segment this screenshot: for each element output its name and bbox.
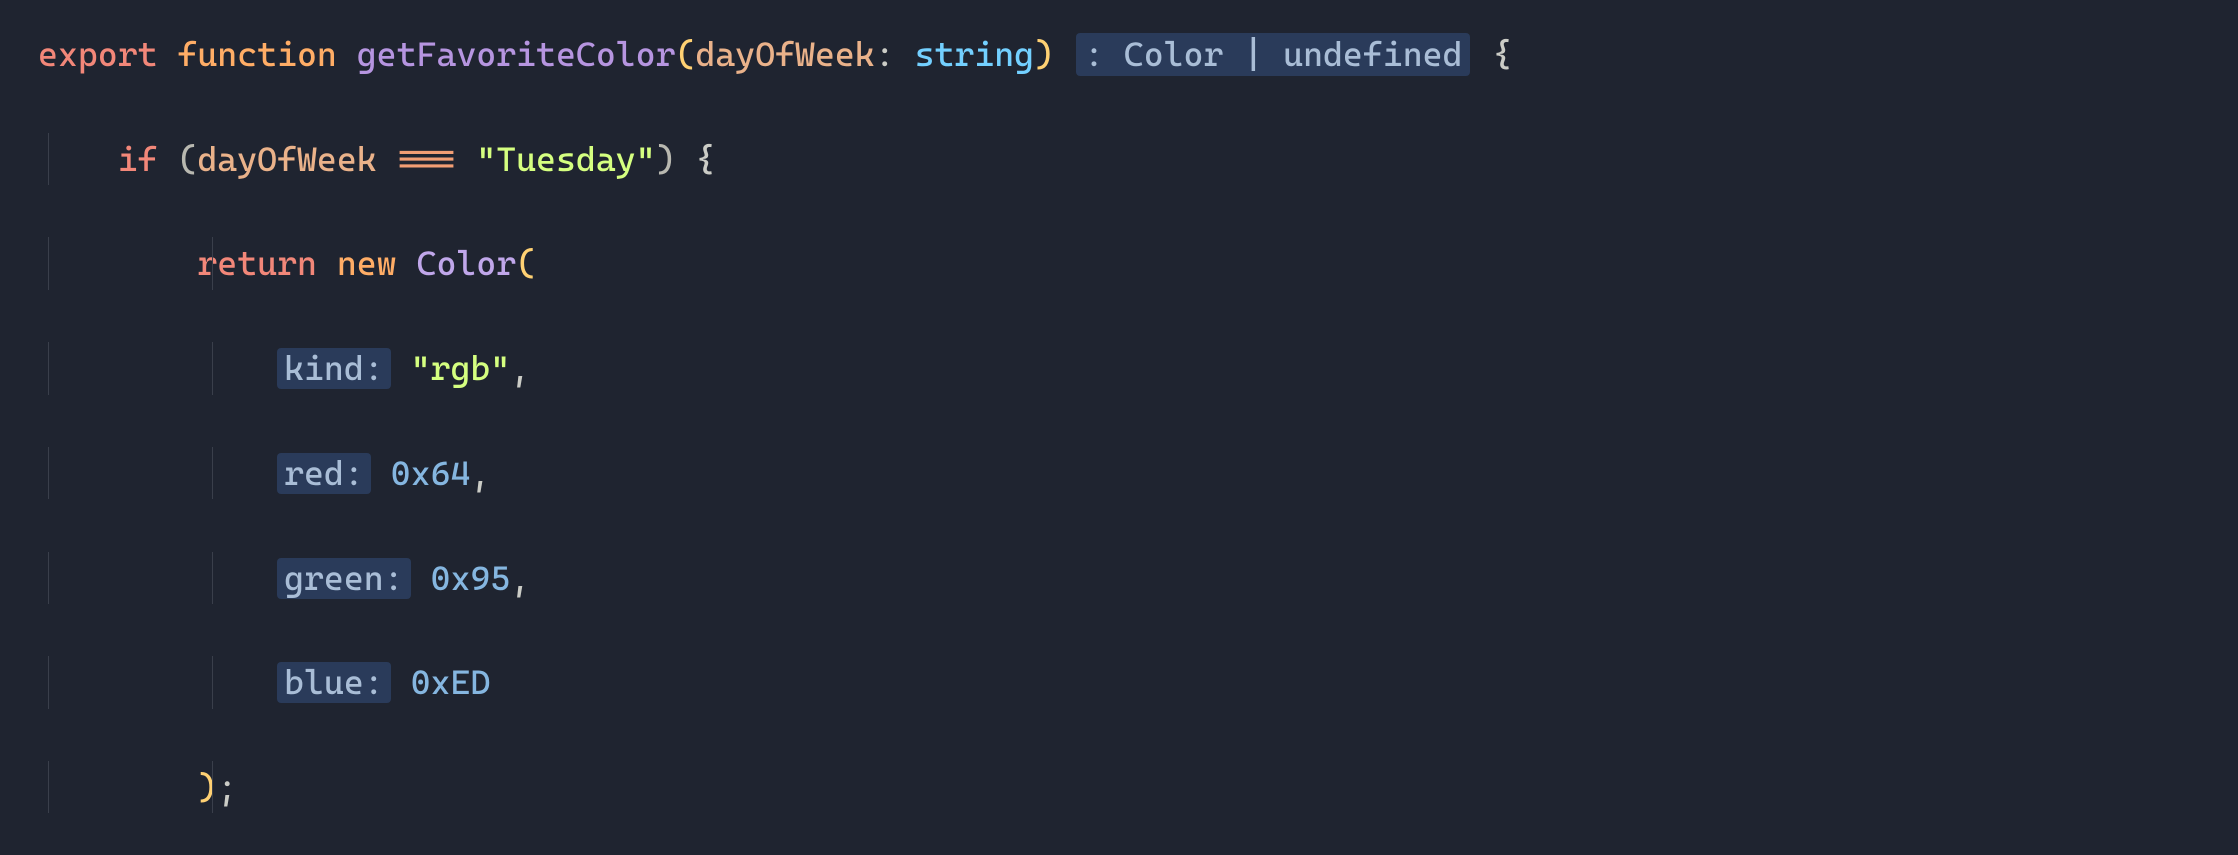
- keyword-export: export: [38, 34, 158, 74]
- code-line-6[interactable]: green: 0x95,: [0, 552, 2238, 604]
- function-name: getFavoriteColor: [357, 34, 676, 74]
- inlay-hint-param-red: red:: [277, 453, 371, 494]
- brace-open: {: [695, 139, 715, 179]
- inlay-hint-return-type: : Color | undefined: [1076, 33, 1471, 76]
- string-literal: "Tuesday": [476, 139, 655, 179]
- comma: ,: [510, 558, 530, 598]
- paren-open: (: [516, 243, 536, 283]
- code-line-5[interactable]: red: 0x64,: [0, 447, 2238, 499]
- keyword-function: function: [177, 34, 336, 74]
- comma: ,: [510, 348, 530, 388]
- inlay-hint-param-blue: blue:: [277, 662, 391, 703]
- keyword-new: new: [337, 243, 397, 283]
- keyword-return: return: [197, 243, 317, 283]
- number-literal: 0x95: [431, 558, 511, 598]
- semicolon: ;: [217, 767, 237, 807]
- paren-open: (: [676, 34, 696, 74]
- param-type: string: [915, 34, 1035, 74]
- keyword-if: if: [118, 139, 158, 179]
- paren-open: (: [177, 139, 197, 179]
- colon: :: [875, 34, 895, 74]
- param-name: dayOfWeek: [695, 34, 874, 74]
- number-literal: 0x64: [391, 453, 471, 493]
- code-line-2[interactable]: if (dayOfWeek === "Tuesday") {: [0, 133, 2238, 185]
- brace-open: {: [1492, 34, 1512, 74]
- code-line-8[interactable]: );: [0, 761, 2238, 813]
- string-literal: "rgb": [411, 348, 511, 388]
- code-line-7[interactable]: blue: 0xED: [0, 656, 2238, 708]
- code-line-1[interactable]: export function getFavoriteColor(dayOfWe…: [0, 28, 2238, 80]
- variable: dayOfWeek: [197, 139, 376, 179]
- operator-eq: ===: [397, 139, 457, 179]
- code-line-4[interactable]: kind: "rgb",: [0, 342, 2238, 394]
- code-line-3[interactable]: return new Color(: [0, 237, 2238, 289]
- code-editor[interactable]: export function getFavoriteColor(dayOfWe…: [0, 0, 2238, 855]
- paren-close: ): [656, 139, 676, 179]
- paren-close: ): [197, 767, 217, 807]
- inlay-hint-param-green: green:: [277, 558, 411, 599]
- inlay-hint-param-kind: kind:: [277, 348, 391, 389]
- number-literal: 0xED: [411, 662, 491, 702]
- paren-close: ): [1034, 34, 1054, 74]
- class-name: Color: [417, 243, 517, 283]
- comma: ,: [470, 453, 490, 493]
